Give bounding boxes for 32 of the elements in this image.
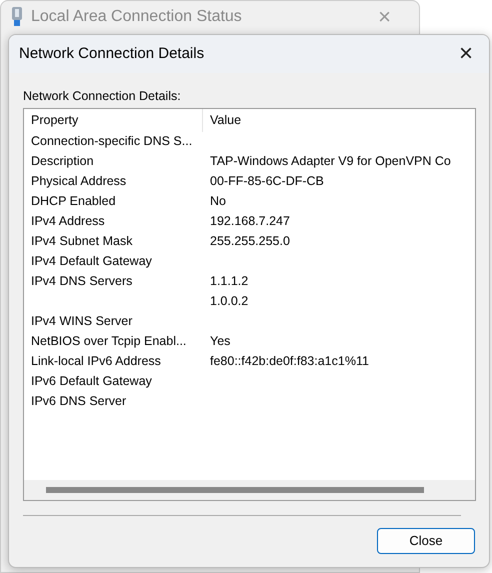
dialog-title: Network Connection Details [19,44,204,64]
column-header[interactable]: Value [203,112,242,127]
property-cell: Description [31,154,94,168]
value-cell: Yes [210,334,230,348]
property-cell: IPv4 DNS Servers [31,274,132,288]
property-cell: IPv4 Subnet Mask [31,234,132,248]
value-cell: No [210,194,226,208]
property-cell: NetBIOS over Tcpip Enabl... [31,334,186,348]
property-cell: IPv4 Address [31,214,105,228]
value-cell: 00-FF-85-6C-DF-CB [210,174,324,188]
value-cell: fe80::f42b:de0f:f83:a1c1%11 [210,354,369,368]
close-button[interactable]: × [442,42,489,66]
value-cell: TAP-Windows Adapter V9 for OpenVPN Co [210,154,451,168]
property-cell: Physical Address [31,174,126,188]
property-cell: IPv4 WINS Server [31,314,132,328]
column-header[interactable]: Property [24,110,78,130]
property-cell: IPv6 DNS Server [31,394,126,408]
scrollbar-thumb[interactable] [46,486,424,493]
network-adapter-icon [11,7,23,27]
property-cell: IPv4 Default Gateway [31,254,152,268]
window-title: Local Area Connection Status [31,7,242,27]
horizontal-scrollbar[interactable] [24,480,475,500]
close-button[interactable]: Close [377,528,475,554]
list-label: Network Connection Details: [23,88,182,105]
property-cell: Connection-specific DNS S... [31,134,192,148]
value-cell: 192.168.7.247 [210,214,290,228]
property-cell: Link-local IPv6 Address [31,354,161,368]
value-cell: 1.0.0.2 [210,294,248,308]
value-cell: 255.255.255.0 [210,234,290,248]
value-cell: 1.1.1.2 [210,274,248,288]
property-cell: DHCP Enabled [31,194,116,208]
property-cell: IPv6 Default Gateway [31,374,152,388]
